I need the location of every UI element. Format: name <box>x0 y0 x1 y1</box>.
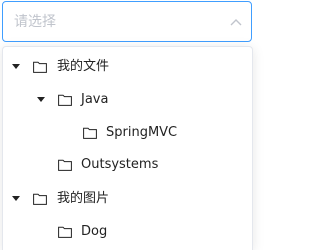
tree-node-my-files[interactable]: 我的文件 <box>3 56 252 82</box>
folder-icon <box>83 127 97 139</box>
tree-node-dog[interactable]: Dog <box>3 221 252 247</box>
tree-dropdown: 我的文件 Java SpringMVC Outsystems 我的图片 Dog <box>2 46 253 250</box>
caret-down-icon[interactable] <box>12 196 20 201</box>
chevron-up-icon[interactable] <box>230 17 242 27</box>
folder-icon <box>33 193 47 205</box>
tree-node-label: Java <box>81 92 109 107</box>
tree-node-label: 我的图片 <box>57 191 110 206</box>
select-placeholder: 请选择 <box>14 14 56 30</box>
tree-node-java[interactable]: Java <box>3 89 252 115</box>
tree-node-label: SpringMVC <box>106 125 178 140</box>
tree-node-outsystems[interactable]: Outsystems <box>3 154 252 180</box>
caret-down-icon[interactable] <box>12 64 20 69</box>
folder-icon <box>58 159 72 171</box>
folder-icon <box>58 226 72 238</box>
tree-node-label: 我的文件 <box>57 59 110 74</box>
tree-node-label: Dog <box>81 224 108 239</box>
folder-icon <box>58 94 72 106</box>
tree-select-input[interactable]: 请选择 <box>2 1 252 42</box>
tree-node-label: Outsystems <box>81 157 159 172</box>
folder-icon <box>33 61 47 73</box>
tree-node-my-pictures[interactable]: 我的图片 <box>3 188 252 214</box>
tree-node-springmvc[interactable]: SpringMVC <box>3 122 252 148</box>
caret-down-icon[interactable] <box>37 97 45 102</box>
